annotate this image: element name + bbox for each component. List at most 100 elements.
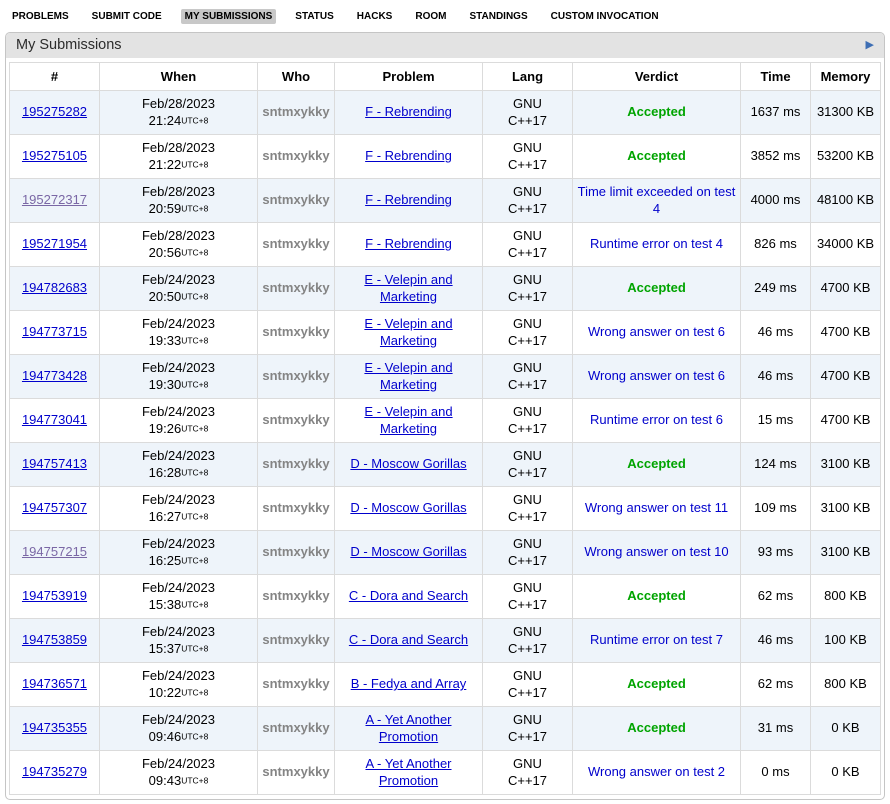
exec-time: 109 ms: [741, 487, 811, 531]
submission-who-cell: sntmxykky: [258, 399, 335, 443]
submission-id-link[interactable]: 194773715: [22, 324, 87, 339]
table-header-row: # When Who Problem Lang Verdict Time Mem…: [10, 63, 881, 91]
panel-title: My Submissions: [16, 37, 122, 53]
submission-verdict-cell: Accepted: [573, 135, 741, 179]
nav-item-standings[interactable]: STANDINGS: [465, 9, 531, 24]
submission-user[interactable]: sntmxykky: [262, 148, 329, 163]
nav-item-my-submissions[interactable]: MY SUBMISSIONS: [181, 9, 277, 24]
problem-link[interactable]: C - Dora and Search: [349, 632, 468, 647]
problem-link[interactable]: E - Velepin and Marketing: [364, 316, 452, 348]
submission-tz: UTC+8: [181, 159, 208, 169]
submission-user[interactable]: sntmxykky: [262, 236, 329, 251]
nav-item-hacks[interactable]: HACKS: [353, 9, 397, 24]
submission-time-line: 15:37UTC+8: [104, 641, 253, 658]
submission-tz: UTC+8: [181, 247, 208, 257]
submission-lang-cell: GNU C++17: [483, 443, 573, 487]
submission-id-link[interactable]: 194753919: [22, 588, 87, 603]
submission-user[interactable]: sntmxykky: [262, 632, 329, 647]
submission-user[interactable]: sntmxykky: [262, 324, 329, 339]
submission-who-cell: sntmxykky: [258, 355, 335, 399]
memory: 800 KB: [811, 663, 881, 707]
submission-when: Feb/28/2023 20:59UTC+8: [100, 179, 258, 223]
nav-item-problems[interactable]: PROBLEMS: [8, 9, 73, 24]
submission-tz: UTC+8: [181, 291, 208, 301]
submission-lang: GNU C++17: [503, 360, 553, 394]
submission-id-link[interactable]: 194757307: [22, 500, 87, 515]
submission-tz: UTC+8: [181, 423, 208, 433]
submission-id-link[interactable]: 195275282: [22, 104, 87, 119]
submission-when: Feb/24/2023 15:37UTC+8: [100, 619, 258, 663]
submission-user[interactable]: sntmxykky: [262, 676, 329, 691]
submission-lang: GNU C++17: [503, 316, 553, 350]
verdict-text: Wrong answer on test 10: [584, 544, 728, 559]
submission-id-link[interactable]: 194757413: [22, 456, 87, 471]
submission-id-link[interactable]: 195272317: [22, 192, 87, 207]
panel-header: My Submissions ▶: [6, 33, 884, 58]
problem-link[interactable]: E - Velepin and Marketing: [364, 404, 452, 436]
problem-link[interactable]: F - Rebrending: [365, 192, 452, 207]
submission-time: 16:28: [149, 465, 182, 480]
problem-link[interactable]: D - Moscow Gorillas: [350, 456, 466, 471]
submission-who-cell: sntmxykky: [258, 487, 335, 531]
submission-row: 195271954 Feb/28/2023 20:56UTC+8 sntmxyk…: [10, 223, 881, 267]
submission-user[interactable]: sntmxykky: [262, 588, 329, 603]
submission-when: Feb/24/2023 16:28UTC+8: [100, 443, 258, 487]
submission-lang-cell: GNU C++17: [483, 575, 573, 619]
submission-id-link[interactable]: 194757215: [22, 544, 87, 559]
expand-arrow-icon[interactable]: ▶: [866, 40, 874, 51]
submission-time-line: 16:25UTC+8: [104, 553, 253, 570]
problem-link[interactable]: A - Yet Another Promotion: [365, 712, 451, 744]
submission-user[interactable]: sntmxykky: [262, 764, 329, 779]
problem-link[interactable]: E - Velepin and Marketing: [364, 360, 452, 392]
submission-row: 194757215 Feb/24/2023 16:25UTC+8 sntmxyk…: [10, 531, 881, 575]
submission-time-line: 19:33UTC+8: [104, 333, 253, 350]
nav-item-room[interactable]: ROOM: [411, 9, 450, 24]
submission-user[interactable]: sntmxykky: [262, 412, 329, 427]
submission-user[interactable]: sntmxykky: [262, 280, 329, 295]
submission-user[interactable]: sntmxykky: [262, 192, 329, 207]
submission-id-link[interactable]: 194782683: [22, 280, 87, 295]
problem-link[interactable]: B - Fedya and Array: [351, 676, 467, 691]
problem-link[interactable]: E - Velepin and Marketing: [364, 272, 452, 304]
submission-user[interactable]: sntmxykky: [262, 544, 329, 559]
submission-id-link[interactable]: 194735355: [22, 720, 87, 735]
problem-link[interactable]: D - Moscow Gorillas: [350, 544, 466, 559]
submission-user[interactable]: sntmxykky: [262, 720, 329, 735]
submission-id-link[interactable]: 194773428: [22, 368, 87, 383]
submission-user[interactable]: sntmxykky: [262, 368, 329, 383]
submission-verdict-cell: Wrong answer on test 11: [573, 487, 741, 531]
submission-verdict-cell: Accepted: [573, 443, 741, 487]
submission-id-link[interactable]: 195275105: [22, 148, 87, 163]
submission-user[interactable]: sntmxykky: [262, 500, 329, 515]
problem-link[interactable]: C - Dora and Search: [349, 588, 468, 603]
nav-item-submit-code[interactable]: SUBMIT CODE: [88, 9, 166, 24]
problem-link[interactable]: F - Rebrending: [365, 104, 452, 119]
submission-user[interactable]: sntmxykky: [262, 104, 329, 119]
exec-time: 46 ms: [741, 619, 811, 663]
submission-when: Feb/28/2023 21:24UTC+8: [100, 91, 258, 135]
memory: 3100 KB: [811, 487, 881, 531]
verdict-text: Wrong answer on test 6: [588, 368, 725, 383]
submission-time: 21:24: [149, 113, 182, 128]
problem-link[interactable]: D - Moscow Gorillas: [350, 500, 466, 515]
problem-link[interactable]: A - Yet Another Promotion: [365, 756, 451, 788]
exec-time: 62 ms: [741, 575, 811, 619]
memory: 0 KB: [811, 751, 881, 795]
nav-item-custom-invocation[interactable]: CUSTOM INVOCATION: [547, 9, 663, 24]
memory: 34000 KB: [811, 223, 881, 267]
problem-link[interactable]: F - Rebrending: [365, 236, 452, 251]
submission-id-link[interactable]: 194753859: [22, 632, 87, 647]
submission-verdict-cell: Accepted: [573, 663, 741, 707]
submission-id-link[interactable]: 194773041: [22, 412, 87, 427]
submission-id-link[interactable]: 195271954: [22, 236, 87, 251]
submission-user[interactable]: sntmxykky: [262, 456, 329, 471]
submission-id-link[interactable]: 194735279: [22, 764, 87, 779]
submission-id-link[interactable]: 194736571: [22, 676, 87, 691]
submission-time: 16:27: [149, 509, 182, 524]
submission-time: 20:50: [149, 289, 182, 304]
submission-time: 15:37: [149, 641, 182, 656]
problem-link[interactable]: F - Rebrending: [365, 148, 452, 163]
nav-item-status[interactable]: STATUS: [291, 9, 338, 24]
submission-lang-cell: GNU C++17: [483, 135, 573, 179]
exec-time: 249 ms: [741, 267, 811, 311]
